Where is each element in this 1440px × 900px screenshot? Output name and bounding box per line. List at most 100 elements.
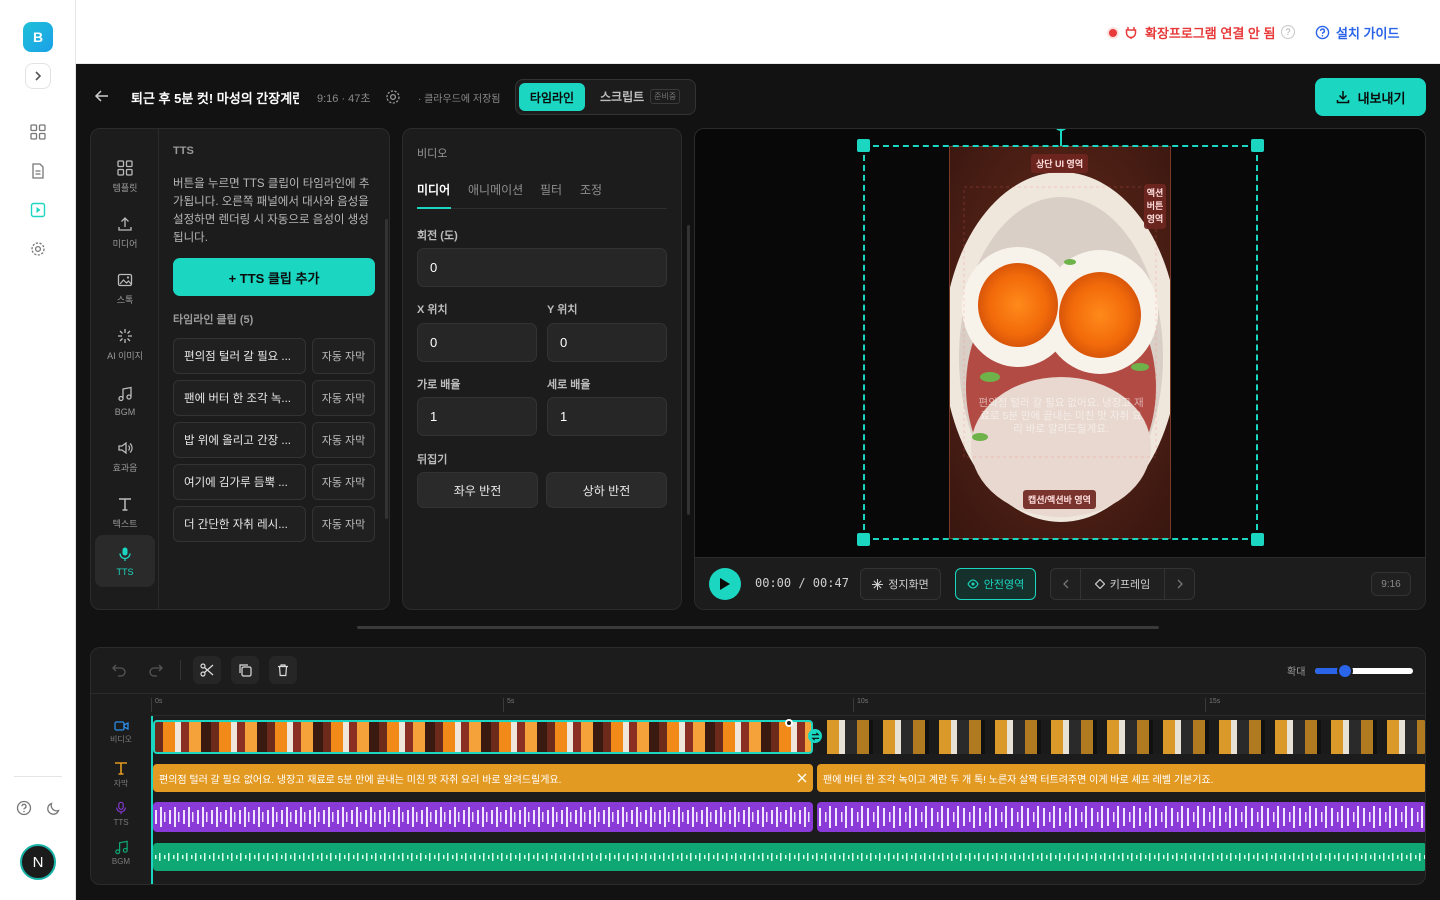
video-clip-selected[interactable] — [153, 720, 813, 754]
add-keyframe-button[interactable]: 키프레임 — [1086, 576, 1159, 592]
aspect-ratio-badge[interactable]: 9:16 — [1371, 572, 1411, 596]
resize-handle-top-right[interactable] — [1251, 139, 1264, 152]
export-button[interactable]: 내보내기 — [1315, 78, 1426, 116]
app-logo[interactable]: B — [23, 22, 53, 52]
safe-zone-label: 안전영역 — [983, 579, 1025, 591]
prev-keyframe-button[interactable] — [1051, 569, 1081, 599]
zoom-slider-handle[interactable] — [1337, 663, 1354, 679]
subtitle-clip[interactable]: 편의점 털러 갈 필요 없어요. 냉장고 재료로 5분 만에 끝내는 미친 맛 … — [153, 764, 813, 792]
rail-settings[interactable] — [28, 239, 48, 259]
duplicate-button[interactable] — [231, 656, 259, 684]
close-icon[interactable] — [797, 773, 807, 783]
download-icon — [1336, 91, 1349, 104]
tool-text[interactable]: 텍스트 — [95, 487, 155, 539]
delete-button[interactable] — [269, 656, 297, 684]
tab-adjust[interactable]: 조정 — [580, 181, 602, 198]
ruler-tick: 10s — [853, 698, 868, 712]
help-button[interactable] — [14, 798, 34, 818]
extension-status[interactable]: 확장프로그램 연결 안 됨 — [1109, 23, 1275, 42]
tool-ai-image[interactable]: AI 이미지 — [95, 319, 155, 371]
add-tts-clip-button[interactable]: + TTS 클립 추가 — [173, 258, 375, 296]
play-button[interactable] — [709, 568, 741, 600]
rotate-handle[interactable] — [1054, 129, 1068, 131]
flip-vertical-button[interactable]: 상하 반전 — [546, 472, 667, 508]
auto-subtitle-button[interactable]: 자동 자막 — [312, 506, 375, 542]
tts-audio-clip[interactable] — [817, 802, 1425, 832]
panel-scrollbar[interactable] — [687, 225, 690, 515]
timeline-clips-heading: 타임라인 클립 (5) — [173, 314, 254, 326]
tool-stock[interactable]: 스톡 — [95, 263, 155, 315]
tab-media[interactable]: 미디어 — [417, 181, 450, 198]
transition-button[interactable] — [808, 729, 822, 743]
auto-subtitle-button[interactable]: 자동 자막 — [312, 422, 375, 458]
tts-clip-name[interactable]: 더 간단한 자취 레시... — [173, 506, 306, 542]
scale-x-input[interactable]: 1 — [417, 397, 537, 436]
tts-clip-name[interactable]: 편의점 털러 갈 필요 ... — [173, 338, 306, 374]
tool-sound-effect[interactable]: 효과음 — [95, 431, 155, 483]
rail-documents[interactable] — [28, 161, 48, 181]
install-guide-link[interactable]: 설치 가이드 — [1315, 23, 1399, 42]
redo-button[interactable] — [142, 656, 170, 684]
tab-filter[interactable]: 필터 — [540, 181, 562, 198]
tts-clip-name[interactable]: 팬에 버터 한 조각 녹... — [173, 380, 306, 416]
subtitle-clip[interactable]: 팬에 버터 한 조각 녹이고 계란 두 개 톡! 노른자 살짝 터트려주면 이게… — [817, 764, 1425, 792]
tool-template[interactable]: 템플릿 — [95, 151, 155, 203]
plug-icon — [1125, 26, 1137, 39]
y-position-label: Y 위치 — [547, 304, 578, 316]
flip-horizontal-button[interactable]: 좌우 반전 — [417, 472, 538, 508]
selection-box[interactable] — [863, 145, 1258, 540]
tts-clip-name[interactable]: 여기에 김가루 듬뿍 ... — [173, 464, 306, 500]
playhead[interactable] — [151, 716, 153, 884]
back-button[interactable] — [94, 88, 110, 104]
zoom-slider[interactable] — [1315, 663, 1413, 679]
tool-label: AI 이미지 — [107, 351, 143, 361]
resize-handle-bottom-left[interactable] — [857, 533, 870, 546]
resize-handle-top-left[interactable] — [857, 139, 870, 152]
time-ruler[interactable]: 0s 5s 10s 15s — [151, 694, 1425, 716]
rail-editor[interactable] — [28, 200, 48, 220]
install-guide-label: 설치 가이드 — [1336, 26, 1400, 41]
expand-rail-button[interactable] — [25, 63, 51, 89]
tool-label: BGM — [114, 406, 136, 417]
tab-script[interactable]: 스크립트 준비중 — [600, 88, 681, 105]
rail-dashboard[interactable] — [28, 122, 48, 142]
x-position-input[interactable]: 0 — [417, 323, 537, 362]
clip-keyframe-dot[interactable] — [785, 719, 793, 727]
bgm-waveform — [153, 843, 1425, 871]
tts-audio-clip[interactable] — [153, 802, 813, 832]
user-avatar[interactable]: N — [20, 844, 56, 880]
tool-media[interactable]: 미디어 — [95, 207, 155, 259]
tab-animation[interactable]: 애니메이션 — [468, 181, 523, 198]
tts-clip-name[interactable]: 밥 위에 올리고 간장 ... — [173, 422, 306, 458]
tool-label: 템플릿 — [112, 183, 138, 193]
still-frame-button[interactable]: 정지화면 — [860, 568, 941, 600]
auto-subtitle-button[interactable]: 자동 자막 — [312, 464, 375, 500]
next-keyframe-button[interactable] — [1164, 569, 1194, 599]
auto-subtitle-button[interactable]: 자동 자막 — [312, 338, 375, 374]
project-settings-button[interactable] — [385, 89, 401, 105]
panel-resize-handle[interactable] — [357, 626, 1159, 629]
auto-subtitle-button[interactable]: 자동 자막 — [312, 380, 375, 416]
safe-zone-toggle[interactable]: 안전영역 — [955, 568, 1036, 600]
scale-y-label: 세로 배율 — [547, 379, 591, 391]
preview-canvas[interactable]: 편의점 털러 갈 필요 없어요. 냉장고 재료로 5분 만에 끝내는 미친 맛 … — [695, 129, 1425, 557]
y-position-input[interactable]: 0 — [547, 323, 667, 362]
tool-bgm[interactable]: BGM — [95, 375, 155, 427]
tab-timeline[interactable]: 타임라인 — [519, 83, 585, 111]
rotation-input[interactable]: 0 — [417, 248, 667, 287]
extension-help-icon[interactable]: ? — [1281, 25, 1295, 39]
project-title[interactable]: 퇴근 후 5분 컷! 마성의 간장계란밥 — [131, 88, 299, 107]
resize-handle-bottom-right[interactable] — [1251, 533, 1264, 546]
split-button[interactable] — [193, 656, 221, 684]
tool-tts[interactable]: TTS — [95, 535, 155, 587]
still-frame-label: 정지화면 — [888, 579, 929, 591]
scale-y-input[interactable]: 1 — [547, 397, 667, 436]
undo-button[interactable] — [105, 656, 133, 684]
tool-label: 텍스트 — [112, 519, 138, 529]
bgm-audio-clip[interactable] — [153, 843, 1425, 871]
status-dot — [1109, 28, 1117, 37]
video-clip[interactable] — [817, 720, 1425, 754]
dark-mode-toggle[interactable] — [44, 798, 64, 818]
chevron-right-icon — [1177, 579, 1183, 589]
panel-scrollbar[interactable] — [385, 219, 388, 519]
